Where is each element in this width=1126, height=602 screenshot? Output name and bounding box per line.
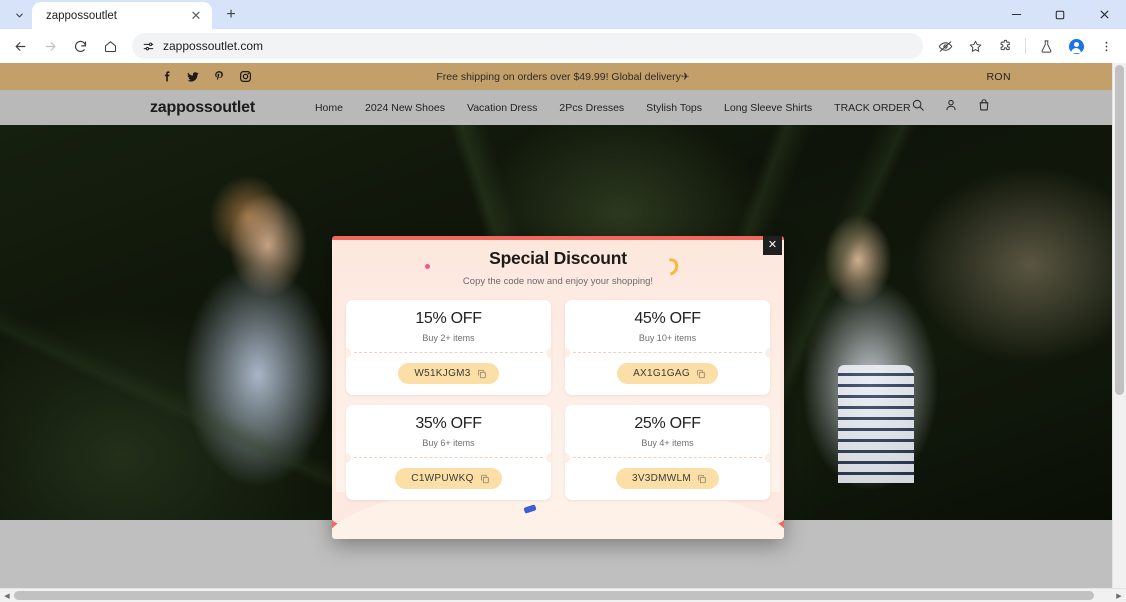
coupon-card-header: 15% OFF Buy 2+ items (346, 300, 551, 352)
modal-close-button[interactable]: ✕ (763, 236, 782, 255)
modal-subtitle: Copy the code now and enjoy your shoppin… (462, 276, 654, 287)
coupon-percent: 35% OFF (415, 415, 482, 432)
scroll-right-arrow-icon[interactable]: ▶ (1112, 592, 1126, 600)
window-controls (994, 0, 1126, 29)
coupon-card-footer: W51KJGM3 (346, 353, 551, 395)
copy-icon[interactable] (480, 474, 490, 484)
coupon-card-footer: C1WPUWKQ (346, 458, 551, 500)
horizontal-scrollbar[interactable]: ◀ ▶ (0, 588, 1126, 602)
coupon-condition: Buy 6+ items (422, 438, 475, 448)
tab-search-icon[interactable] (6, 2, 32, 28)
coupon-card-header: 25% OFF Buy 4+ items (565, 405, 770, 457)
coupon-condition: Buy 2+ items (422, 333, 475, 343)
coupon-card-header: 45% OFF Buy 10+ items (565, 300, 770, 352)
toolbar-actions (931, 32, 1120, 60)
coupon-condition: Buy 10+ items (638, 333, 697, 343)
vertical-scrollbar-thumb[interactable] (1115, 65, 1124, 395)
coupon-perforation (565, 453, 770, 463)
close-icon[interactable]: ✕ (188, 8, 204, 24)
window-close-button[interactable] (1082, 0, 1126, 29)
site-settings-icon[interactable] (142, 40, 155, 53)
coupon-card-header: 35% OFF Buy 6+ items (346, 405, 551, 457)
decorative-dot-icon (425, 264, 430, 269)
browser-tab[interactable]: zappossoutlet ✕ (32, 2, 212, 29)
coupon-percent: 25% OFF (634, 415, 701, 432)
maximize-button[interactable] (1038, 0, 1082, 29)
copy-coupon-code-button[interactable]: AX1G1GAG (617, 363, 718, 384)
coupon-card-footer: AX1G1GAG (565, 353, 770, 395)
coupon-card: 15% OFF Buy 2+ items W51KJGM3 (346, 300, 551, 395)
coupon-code-text: W51KJGM3 (414, 368, 471, 379)
minimize-button[interactable] (994, 0, 1038, 29)
chrome-menu-icon[interactable] (1092, 32, 1120, 60)
coupon-card-footer: 3V3DMWLM (565, 458, 770, 500)
profile-avatar-icon[interactable] (1062, 32, 1090, 60)
currency-selector[interactable]: RON (986, 71, 1011, 83)
coupon-card: 45% OFF Buy 10+ items AX1G1GAG (565, 300, 770, 395)
back-icon[interactable] (6, 32, 34, 60)
reload-icon[interactable] (66, 32, 94, 60)
bookmark-star-icon[interactable] (961, 32, 989, 60)
vertical-scrollbar[interactable] (1112, 63, 1126, 588)
tab-strip: zappossoutlet ✕ + (0, 0, 1126, 29)
coupon-card: 35% OFF Buy 6+ items C1WPUWKQ (346, 405, 551, 500)
scroll-left-arrow-icon[interactable]: ◀ (0, 592, 14, 600)
copy-coupon-code-button[interactable]: W51KJGM3 (398, 363, 499, 384)
coupon-percent: 45% OFF (634, 310, 701, 327)
horizontal-scrollbar-thumb[interactable] (14, 591, 1094, 600)
coupon-code-text: C1WPUWKQ (411, 473, 474, 484)
experiment-flask-icon[interactable] (1032, 32, 1060, 60)
toolbar-divider (1025, 38, 1026, 54)
copy-icon[interactable] (477, 369, 487, 379)
coupon-code-text: 3V3DMWLM (631, 473, 692, 484)
coupon-card-grid: 15% OFF Buy 2+ items W51KJGM3 45% OFF Bu… (332, 287, 784, 500)
copy-icon[interactable] (697, 474, 707, 484)
coupon-perforation (565, 348, 770, 358)
coupon-code-text: AX1G1GAG (633, 368, 690, 379)
home-icon[interactable] (96, 32, 124, 60)
modal-title: Special Discount (489, 248, 627, 268)
browser-toolbar: zappossoutlet.com (0, 29, 1126, 63)
url-text: zappossoutlet.com (163, 39, 264, 53)
incognito-tracking-icon[interactable] (931, 32, 959, 60)
coupon-perforation (346, 348, 551, 358)
forward-icon[interactable] (36, 32, 64, 60)
copy-icon[interactable] (696, 369, 706, 379)
coupon-perforation (346, 453, 551, 463)
new-tab-button[interactable]: + (218, 2, 244, 28)
special-discount-modal: ✕ Special Discount Copy the code now and… (332, 236, 784, 539)
copy-coupon-code-button[interactable]: C1WPUWKQ (395, 468, 502, 489)
modal-overlay: ✕ Special Discount Copy the code now and… (0, 63, 1126, 602)
address-bar[interactable]: zappossoutlet.com (132, 33, 923, 59)
coupon-percent: 15% OFF (415, 310, 482, 327)
coupon-condition: Buy 4+ items (641, 438, 694, 448)
tab-title: zappossoutlet (46, 9, 117, 22)
copy-coupon-code-button[interactable]: 3V3DMWLM (615, 468, 720, 489)
page-viewport: Free shipping on orders over $49.99! Glo… (0, 63, 1126, 602)
browser-window: zappossoutlet ✕ + zappossoutlet.com Free… (0, 0, 1126, 602)
extensions-icon[interactable] (991, 32, 1019, 60)
coupon-card: 25% OFF Buy 4+ items 3V3DMWLM (565, 405, 770, 500)
